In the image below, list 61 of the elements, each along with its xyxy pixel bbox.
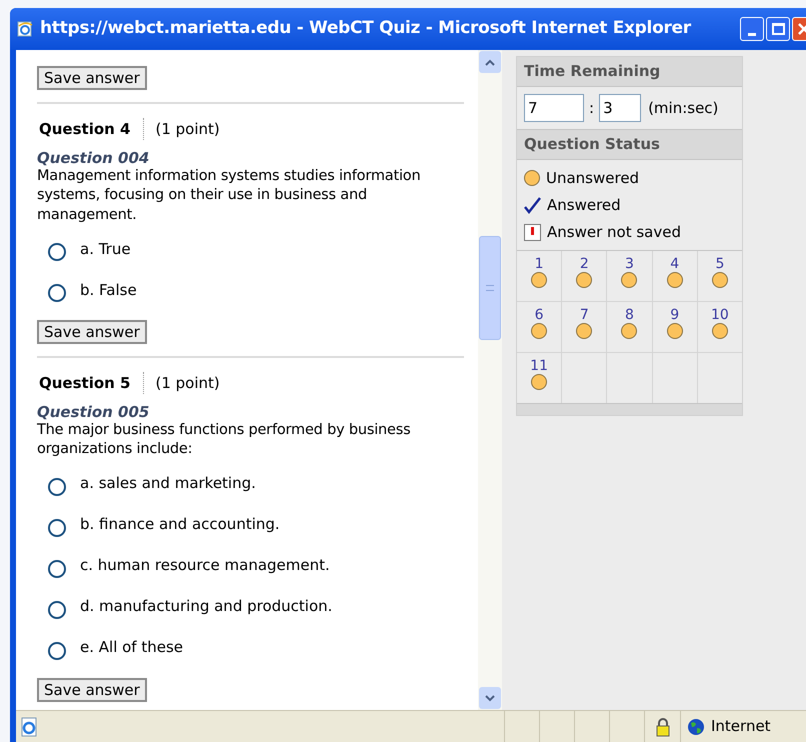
question-link[interactable]: 10 (710, 307, 729, 323)
question-link[interactable]: 4 (670, 256, 680, 272)
option-label: a. sales and marketing. (80, 473, 256, 494)
question-title: Question 004 (37, 148, 150, 166)
option-label: b. finance and accounting. (80, 514, 280, 536)
time-separator: : (589, 98, 594, 119)
question-link[interactable]: 6 (534, 307, 544, 323)
scroll-thumb[interactable] (479, 236, 501, 340)
save-answer-button[interactable]: Save answer (37, 320, 147, 344)
check-icon (524, 196, 541, 214)
minimize-button[interactable] (740, 17, 764, 41)
question-link[interactable]: 11 (530, 358, 548, 374)
window-title: https://webct.marietta.edu - WebCT Quiz - Microsoft Internet Explorer (40, 17, 691, 40)
radio-button[interactable] (48, 243, 66, 261)
option-label: e. All of these (80, 637, 184, 658)
lock-icon (654, 716, 670, 736)
question-points: (1 point) (156, 119, 220, 140)
panel-heading: Question Status (517, 130, 742, 160)
option-label: d. manufacturing and production. (80, 596, 332, 618)
question-points: (1 point) (156, 373, 220, 394)
warning-icon (524, 224, 541, 240)
panel-heading: Time Remaining (517, 57, 742, 87)
radio-button[interactable] (48, 560, 66, 578)
scrollbar[interactable] (478, 50, 502, 710)
browser-icon (16, 20, 34, 38)
radio-button[interactable] (48, 284, 66, 302)
unanswered-icon (524, 170, 540, 186)
minutes-field[interactable]: 7 (524, 94, 584, 122)
radio-button[interactable] (48, 518, 66, 536)
question-title: Question 005 (37, 402, 150, 420)
question-number: Question 4 (39, 119, 130, 140)
option-label: a. True (80, 238, 131, 260)
radio-button[interactable] (48, 478, 66, 496)
globe-icon (687, 718, 705, 736)
question-text: Management information systems studies information systems, focusing on their use in business and management. (37, 166, 422, 224)
question-link[interactable]: 9 (670, 307, 680, 323)
radio-button[interactable] (48, 600, 66, 618)
legend-label: Answer not saved (547, 222, 681, 243)
question-link[interactable]: 3 (625, 256, 634, 272)
question-link[interactable]: 7 (580, 307, 589, 323)
legend-label: Answered (547, 194, 621, 216)
option-label: b. False (80, 280, 137, 301)
question-link[interactable]: 1 (534, 256, 544, 272)
maximize-icon (772, 23, 784, 35)
scroll-down-button[interactable] (479, 687, 501, 709)
question-number: Question 5 (39, 373, 130, 394)
legend-label: Unanswered (546, 168, 640, 189)
radio-button[interactable] (48, 642, 66, 660)
question-link[interactable]: 5 (715, 256, 724, 272)
save-answer-button[interactable]: Save answer (37, 678, 147, 702)
maximize-button[interactable] (766, 17, 790, 41)
option-label: c. human resource management. (80, 555, 330, 576)
question-link[interactable]: 8 (625, 307, 634, 323)
question-text: The major business functions performed by business organizations include: (37, 420, 412, 459)
question-link[interactable]: 2 (580, 256, 589, 272)
save-answer-button[interactable]: Save answer (37, 66, 147, 90)
scroll-up-button[interactable] (479, 51, 501, 73)
zone-label: Internet (711, 716, 771, 738)
minimize-icon (748, 33, 756, 36)
time-unit-label: (min:sec) (648, 98, 718, 119)
seconds-field[interactable]: 3 (599, 94, 642, 122)
